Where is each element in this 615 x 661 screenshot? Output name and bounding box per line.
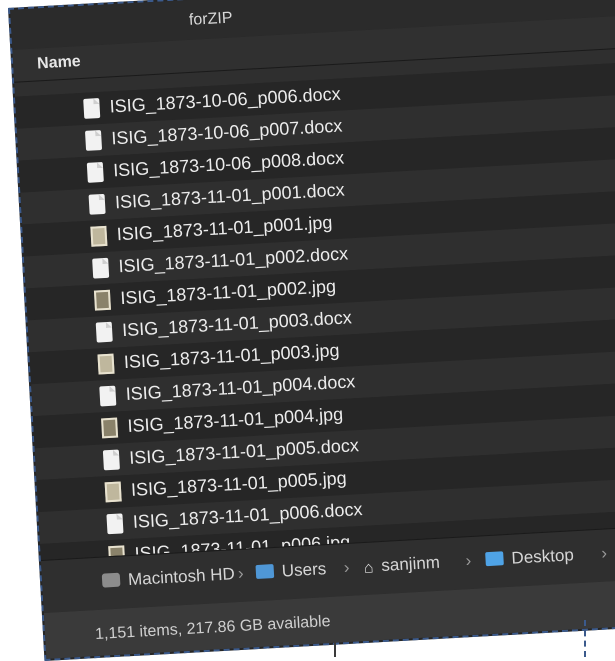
document-file-icon xyxy=(106,513,124,535)
document-file-icon xyxy=(99,385,117,407)
users-folder-icon xyxy=(255,564,275,580)
path-item-users[interactable]: Users xyxy=(255,559,327,583)
status-text: 1,151 items, 217.86 GB available xyxy=(94,612,331,644)
path-item-label: sanjinm xyxy=(380,552,441,576)
finder-window: forZIP ⌃ Name ISIG_1873-10-06_p006.docxI… xyxy=(8,0,615,661)
file-list: ISIG_1873-10-06_p006.docx ISIG_1873-10-06… xyxy=(14,47,615,561)
image-file-icon xyxy=(97,353,115,375)
document-file-icon xyxy=(92,257,110,279)
path-item-macintosh-hd[interactable]: Macintosh HD xyxy=(101,564,236,591)
chevron-up-icon[interactable]: ⌃ xyxy=(585,0,601,7)
column-name-header[interactable]: Name xyxy=(37,53,82,73)
folder-icon xyxy=(485,551,504,567)
guide-line xyxy=(584,620,586,657)
document-file-icon xyxy=(95,321,113,343)
path-item-label: Users xyxy=(281,559,327,581)
image-file-icon xyxy=(101,417,119,439)
path-item-label: Desktop xyxy=(510,545,575,568)
path-item-home[interactable]: ⌂ sanjinm xyxy=(363,553,440,578)
document-file-icon xyxy=(88,193,106,215)
hard-drive-icon xyxy=(101,572,121,588)
path-separator: › xyxy=(237,563,245,584)
document-file-icon xyxy=(102,449,120,471)
guide-line xyxy=(334,640,336,657)
path-item-label: Macintosh HD xyxy=(127,564,236,590)
document-file-icon xyxy=(83,98,101,119)
path-separator: › xyxy=(600,543,608,563)
path-separator: › xyxy=(343,557,350,578)
image-file-icon xyxy=(104,481,122,503)
image-file-icon xyxy=(90,225,108,247)
image-file-icon xyxy=(93,289,112,311)
window-title: forZIP xyxy=(188,9,233,29)
document-file-icon xyxy=(86,161,104,183)
document-file-icon xyxy=(84,130,103,151)
path-item-desktop[interactable]: Desktop xyxy=(485,545,574,570)
path-separator: › xyxy=(465,551,472,571)
home-icon: ⌂ xyxy=(363,559,374,577)
